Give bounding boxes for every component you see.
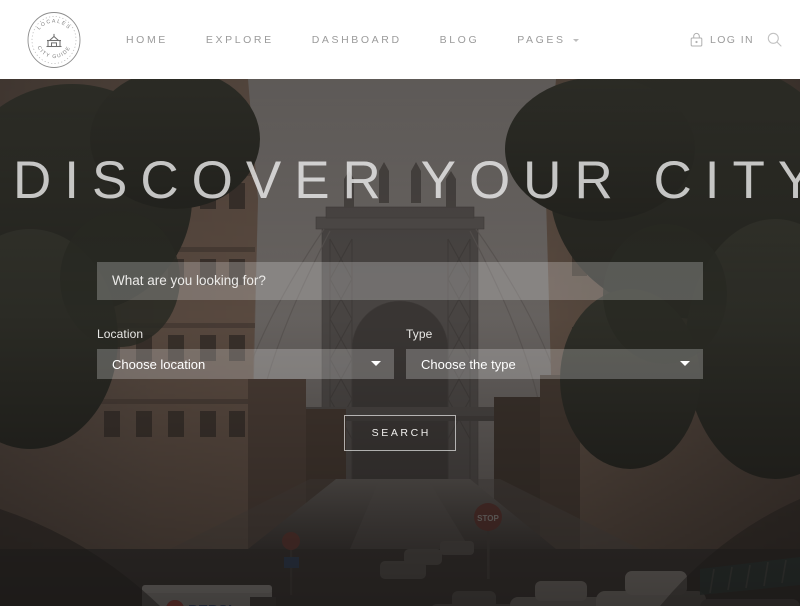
hero-title: DISCOVER YOUR CITY [13,151,800,210]
locales-city-guide-badge-icon: LOCALES CITY GUIDE [27,12,81,68]
location-label: Location [97,327,144,341]
main-navigation: HOME EXPLORE DASHBOARD BLOG PAGES [126,0,617,79]
nav-item-pages[interactable]: PAGES [517,33,579,46]
location-select[interactable]: Choose locationNew YorkLos AngelesChicag… [97,349,394,379]
nav-item-label: PAGES [517,33,566,46]
hero-section: PEPSI ST [0,79,800,606]
search-submit-button[interactable]: SEARCH [344,415,456,451]
login-button[interactable]: LOG IN [690,32,754,47]
nav-item-dashboard[interactable]: DASHBOARD [312,34,402,46]
site-logo[interactable]: LOCALES CITY GUIDE [26,11,82,69]
chevron-down-icon [572,39,579,42]
site-header: LOCALES CITY GUIDE HOME EXPLORE DASHBOAR… [0,0,800,79]
type-select-wrap[interactable]: Choose the typeRestaurantsHotelsBarsShop… [406,349,703,379]
nav-item-home[interactable]: HOME [126,34,168,46]
location-field: Location Choose locationNew YorkLos Ange… [97,327,394,379]
page-root: LOCALES CITY GUIDE HOME EXPLORE DASHBOAR… [0,0,800,606]
hero-content: DISCOVER YOUR CITY Location Choose locat… [0,79,800,606]
hero-search-panel: Location Choose locationNew YorkLos Ange… [97,262,703,379]
location-select-wrap[interactable]: Choose locationNew YorkLos AngelesChicag… [97,349,394,379]
nav-item-label: EXPLORE [205,33,274,46]
type-field: Type Choose the typeRestaurantsHotelsBar… [406,327,703,379]
nav-item-blog[interactable]: BLOG [440,34,480,46]
nav-item-label: DASHBOARD [311,33,402,46]
search-icon [767,32,782,47]
type-select[interactable]: Choose the typeRestaurantsHotelsBarsShop… [406,349,703,379]
search-filter-row: Location Choose locationNew YorkLos Ange… [97,327,703,379]
type-label: Type [406,327,433,341]
search-toggle-button[interactable] [767,32,782,47]
search-keyword-input[interactable] [97,262,703,300]
nav-item-label: HOME [126,33,168,46]
lock-icon [690,32,703,47]
svg-text:CITY GUIDE: CITY GUIDE [36,45,73,60]
nav-item-explore[interactable]: EXPLORE [206,34,274,46]
nav-item-label: BLOG [439,33,480,46]
header-actions: LOG IN [690,0,782,79]
login-label: LOG IN [710,33,754,46]
search-button-row: SEARCH [0,415,800,451]
